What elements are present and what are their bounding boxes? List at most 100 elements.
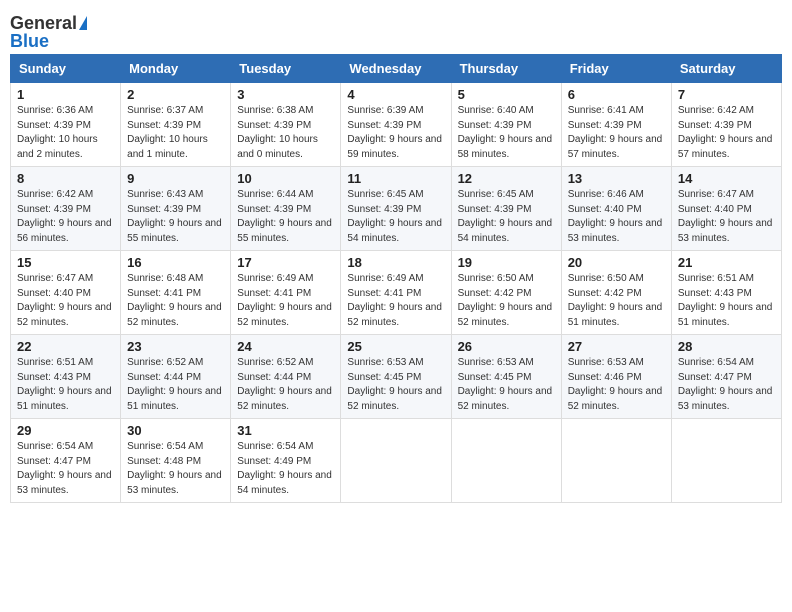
cell-info: Sunrise: 6:50 AMSunset: 4:42 PMDaylight:…	[568, 273, 663, 328]
cell-info: Sunrise: 6:53 AMSunset: 4:45 PMDaylight:…	[347, 357, 442, 412]
calendar-day-header: Saturday	[671, 55, 781, 83]
calendar-cell: 31 Sunrise: 6:54 AMSunset: 4:49 PMDaylig…	[231, 419, 341, 503]
logo-blue-text: Blue	[10, 32, 49, 50]
calendar-table: SundayMondayTuesdayWednesdayThursdayFrid…	[10, 54, 782, 503]
calendar-day-header: Tuesday	[231, 55, 341, 83]
calendar-day-header: Sunday	[11, 55, 121, 83]
calendar-cell	[671, 419, 781, 503]
cell-info: Sunrise: 6:54 AMSunset: 4:47 PMDaylight:…	[678, 357, 773, 412]
calendar-cell: 28 Sunrise: 6:54 AMSunset: 4:47 PMDaylig…	[671, 335, 781, 419]
day-number: 13	[568, 171, 665, 186]
cell-info: Sunrise: 6:39 AMSunset: 4:39 PMDaylight:…	[347, 105, 442, 160]
calendar-cell: 25 Sunrise: 6:53 AMSunset: 4:45 PMDaylig…	[341, 335, 451, 419]
calendar-cell: 17 Sunrise: 6:49 AMSunset: 4:41 PMDaylig…	[231, 251, 341, 335]
day-number: 22	[17, 339, 114, 354]
calendar-cell: 29 Sunrise: 6:54 AMSunset: 4:47 PMDaylig…	[11, 419, 121, 503]
day-number: 1	[17, 87, 114, 102]
calendar-cell: 7 Sunrise: 6:42 AMSunset: 4:39 PMDayligh…	[671, 83, 781, 167]
day-number: 24	[237, 339, 334, 354]
calendar-day-header: Monday	[121, 55, 231, 83]
day-number: 28	[678, 339, 775, 354]
cell-info: Sunrise: 6:54 AMSunset: 4:48 PMDaylight:…	[127, 441, 222, 496]
cell-info: Sunrise: 6:42 AMSunset: 4:39 PMDaylight:…	[678, 105, 773, 160]
calendar-cell: 5 Sunrise: 6:40 AMSunset: 4:39 PMDayligh…	[451, 83, 561, 167]
calendar-cell: 4 Sunrise: 6:39 AMSunset: 4:39 PMDayligh…	[341, 83, 451, 167]
day-number: 25	[347, 339, 444, 354]
calendar-cell: 15 Sunrise: 6:47 AMSunset: 4:40 PMDaylig…	[11, 251, 121, 335]
calendar-cell	[451, 419, 561, 503]
day-number: 2	[127, 87, 224, 102]
calendar-cell: 23 Sunrise: 6:52 AMSunset: 4:44 PMDaylig…	[121, 335, 231, 419]
day-number: 17	[237, 255, 334, 270]
cell-info: Sunrise: 6:40 AMSunset: 4:39 PMDaylight:…	[458, 105, 553, 160]
cell-info: Sunrise: 6:37 AMSunset: 4:39 PMDaylight:…	[127, 105, 208, 160]
day-number: 15	[17, 255, 114, 270]
day-number: 19	[458, 255, 555, 270]
header-row: General Blue	[10, 10, 782, 50]
day-number: 12	[458, 171, 555, 186]
calendar-cell: 27 Sunrise: 6:53 AMSunset: 4:46 PMDaylig…	[561, 335, 671, 419]
day-number: 20	[568, 255, 665, 270]
cell-info: Sunrise: 6:50 AMSunset: 4:42 PMDaylight:…	[458, 273, 553, 328]
day-number: 31	[237, 423, 334, 438]
calendar-day-header: Friday	[561, 55, 671, 83]
cell-info: Sunrise: 6:53 AMSunset: 4:45 PMDaylight:…	[458, 357, 553, 412]
day-number: 7	[678, 87, 775, 102]
day-number: 26	[458, 339, 555, 354]
calendar-cell: 9 Sunrise: 6:43 AMSunset: 4:39 PMDayligh…	[121, 167, 231, 251]
calendar-cell: 30 Sunrise: 6:54 AMSunset: 4:48 PMDaylig…	[121, 419, 231, 503]
calendar-cell: 18 Sunrise: 6:49 AMSunset: 4:41 PMDaylig…	[341, 251, 451, 335]
logo-general-text: General	[10, 14, 77, 32]
calendar-cell: 3 Sunrise: 6:38 AMSunset: 4:39 PMDayligh…	[231, 83, 341, 167]
cell-info: Sunrise: 6:54 AMSunset: 4:47 PMDaylight:…	[17, 441, 112, 496]
day-number: 11	[347, 171, 444, 186]
calendar-cell: 14 Sunrise: 6:47 AMSunset: 4:40 PMDaylig…	[671, 167, 781, 251]
day-number: 18	[347, 255, 444, 270]
day-number: 10	[237, 171, 334, 186]
cell-info: Sunrise: 6:42 AMSunset: 4:39 PMDaylight:…	[17, 189, 112, 244]
calendar-cell: 2 Sunrise: 6:37 AMSunset: 4:39 PMDayligh…	[121, 83, 231, 167]
cell-info: Sunrise: 6:52 AMSunset: 4:44 PMDaylight:…	[237, 357, 332, 412]
cell-info: Sunrise: 6:49 AMSunset: 4:41 PMDaylight:…	[347, 273, 442, 328]
day-number: 21	[678, 255, 775, 270]
cell-info: Sunrise: 6:43 AMSunset: 4:39 PMDaylight:…	[127, 189, 222, 244]
cell-info: Sunrise: 6:47 AMSunset: 4:40 PMDaylight:…	[17, 273, 112, 328]
calendar-cell: 11 Sunrise: 6:45 AMSunset: 4:39 PMDaylig…	[341, 167, 451, 251]
calendar-day-header: Wednesday	[341, 55, 451, 83]
calendar-week-row: 29 Sunrise: 6:54 AMSunset: 4:47 PMDaylig…	[11, 419, 782, 503]
cell-info: Sunrise: 6:51 AMSunset: 4:43 PMDaylight:…	[17, 357, 112, 412]
cell-info: Sunrise: 6:44 AMSunset: 4:39 PMDaylight:…	[237, 189, 332, 244]
calendar-cell: 16 Sunrise: 6:48 AMSunset: 4:41 PMDaylig…	[121, 251, 231, 335]
calendar-day-header: Thursday	[451, 55, 561, 83]
cell-info: Sunrise: 6:54 AMSunset: 4:49 PMDaylight:…	[237, 441, 332, 496]
calendar-header-row: SundayMondayTuesdayWednesdayThursdayFrid…	[11, 55, 782, 83]
day-number: 14	[678, 171, 775, 186]
cell-info: Sunrise: 6:41 AMSunset: 4:39 PMDaylight:…	[568, 105, 663, 160]
calendar-week-row: 1 Sunrise: 6:36 AMSunset: 4:39 PMDayligh…	[11, 83, 782, 167]
day-number: 5	[458, 87, 555, 102]
day-number: 4	[347, 87, 444, 102]
logo: General Blue	[10, 14, 87, 50]
cell-info: Sunrise: 6:53 AMSunset: 4:46 PMDaylight:…	[568, 357, 663, 412]
day-number: 30	[127, 423, 224, 438]
cell-info: Sunrise: 6:46 AMSunset: 4:40 PMDaylight:…	[568, 189, 663, 244]
cell-info: Sunrise: 6:48 AMSunset: 4:41 PMDaylight:…	[127, 273, 222, 328]
cell-info: Sunrise: 6:52 AMSunset: 4:44 PMDaylight:…	[127, 357, 222, 412]
calendar-cell: 1 Sunrise: 6:36 AMSunset: 4:39 PMDayligh…	[11, 83, 121, 167]
cell-info: Sunrise: 6:47 AMSunset: 4:40 PMDaylight:…	[678, 189, 773, 244]
cell-info: Sunrise: 6:51 AMSunset: 4:43 PMDaylight:…	[678, 273, 773, 328]
day-number: 9	[127, 171, 224, 186]
calendar-cell: 12 Sunrise: 6:45 AMSunset: 4:39 PMDaylig…	[451, 167, 561, 251]
calendar-cell: 19 Sunrise: 6:50 AMSunset: 4:42 PMDaylig…	[451, 251, 561, 335]
calendar-cell	[561, 419, 671, 503]
cell-info: Sunrise: 6:36 AMSunset: 4:39 PMDaylight:…	[17, 105, 98, 160]
calendar-week-row: 22 Sunrise: 6:51 AMSunset: 4:43 PMDaylig…	[11, 335, 782, 419]
cell-info: Sunrise: 6:38 AMSunset: 4:39 PMDaylight:…	[237, 105, 318, 160]
cell-info: Sunrise: 6:45 AMSunset: 4:39 PMDaylight:…	[458, 189, 553, 244]
calendar-cell: 13 Sunrise: 6:46 AMSunset: 4:40 PMDaylig…	[561, 167, 671, 251]
calendar-week-row: 15 Sunrise: 6:47 AMSunset: 4:40 PMDaylig…	[11, 251, 782, 335]
day-number: 8	[17, 171, 114, 186]
day-number: 16	[127, 255, 224, 270]
calendar-week-row: 8 Sunrise: 6:42 AMSunset: 4:39 PMDayligh…	[11, 167, 782, 251]
day-number: 6	[568, 87, 665, 102]
